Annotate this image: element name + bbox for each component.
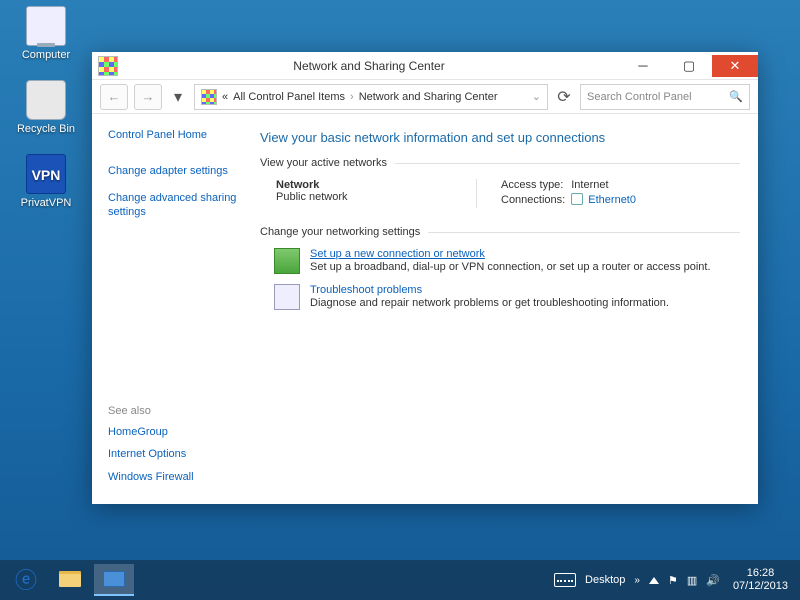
troubleshoot-icon (274, 284, 300, 310)
troubleshoot-link[interactable]: Troubleshoot problems (310, 284, 669, 296)
folder-icon (59, 571, 81, 587)
desktop-toolbar-label[interactable]: Desktop (585, 574, 625, 586)
setup-connection-desc: Set up a broadband, dial-up or VPN conne… (310, 261, 711, 273)
troubleshoot-action[interactable]: Troubleshoot problems Diagnose and repai… (274, 284, 740, 310)
desktop-icon-label: Computer (10, 49, 82, 61)
titlebar[interactable]: Network and Sharing Center ─ ▢ ✕ (92, 52, 758, 80)
desktop-icon-label: Recycle Bin (10, 123, 82, 135)
keyboard-icon[interactable] (554, 573, 576, 587)
control-panel-home-link[interactable]: Control Panel Home (108, 128, 242, 142)
desktop-icon-recycle-bin[interactable]: Recycle Bin (10, 80, 82, 135)
taskbar-ie-button[interactable]: ⓔ (6, 564, 46, 596)
network-tray-icon[interactable]: ▥ (687, 574, 697, 587)
close-button[interactable]: ✕ (712, 55, 758, 77)
control-panel-icon (103, 571, 125, 587)
change-advanced-sharing-link[interactable]: Change advanced sharing settings (108, 191, 242, 220)
change-settings-header: Change your networking settings (260, 226, 420, 238)
connection-link[interactable]: Ethernet0 (588, 194, 636, 206)
network-sharing-center-window: Network and Sharing Center ─ ▢ ✕ ← → ▾ «… (92, 52, 758, 504)
recycle-bin-icon (26, 80, 66, 120)
active-network-block: Network Public network Access type: Inte… (276, 179, 740, 208)
taskbar-file-explorer-button[interactable] (50, 564, 90, 596)
see-also-header: See also (108, 405, 194, 417)
taskbar-nsc-button[interactable] (94, 564, 134, 596)
action-center-icon[interactable]: ⚑ (668, 574, 678, 587)
setup-connection-link[interactable]: Set up a new connection or network (310, 248, 711, 260)
setup-connection-action[interactable]: Set up a new connection or network Set u… (274, 248, 740, 274)
ethernet-icon (571, 193, 583, 205)
breadcrumb-item[interactable]: All Control Panel Items (233, 91, 345, 103)
troubleshoot-desc: Diagnose and repair network problems or … (310, 297, 669, 309)
chevron-right-icon: › (350, 91, 354, 103)
breadcrumb-item[interactable]: Network and Sharing Center (359, 91, 498, 103)
network-type: Public network (276, 191, 476, 203)
ie-icon: ⓔ (15, 563, 37, 595)
minimize-button[interactable]: ─ (620, 55, 666, 77)
sidebar: Control Panel Home Change adapter settin… (92, 114, 252, 504)
breadcrumb-bar[interactable]: « All Control Panel Items › Network and … (194, 84, 548, 110)
volume-icon[interactable]: 🔊 (706, 574, 720, 587)
tray-date: 07/12/2013 (733, 580, 788, 593)
system-tray: Desktop » ⚑ ▥ 🔊 16:28 07/12/2013 (554, 567, 794, 592)
setup-connection-icon (274, 248, 300, 274)
desktop-icon-privatvpn[interactable]: VPN PrivatVPN (10, 154, 82, 209)
active-networks-header: View your active networks (260, 157, 387, 169)
access-type-label: Access type: (501, 179, 571, 193)
internet-options-link[interactable]: Internet Options (108, 447, 194, 461)
control-panel-icon (201, 89, 217, 105)
connections-label: Connections: (501, 193, 571, 208)
vpn-icon: VPN (26, 154, 66, 194)
clock[interactable]: 16:28 07/12/2013 (733, 567, 788, 592)
page-heading: View your basic network information and … (260, 130, 740, 145)
windows-firewall-link[interactable]: Windows Firewall (108, 470, 194, 484)
homegroup-link[interactable]: HomeGroup (108, 425, 194, 439)
address-bar: ← → ▾ « All Control Panel Items › Networ… (92, 80, 758, 114)
divider (395, 163, 740, 164)
network-name: Network (276, 179, 476, 191)
control-panel-icon (98, 56, 118, 76)
access-type-value: Internet (571, 179, 642, 193)
tray-overflow-icon[interactable] (649, 577, 659, 584)
history-dropdown[interactable]: ▾ (168, 84, 188, 110)
search-icon: 🔍 (729, 90, 743, 103)
desktop-icon-computer[interactable]: Computer (10, 6, 82, 61)
tray-time: 16:28 (733, 567, 788, 580)
breadcrumb-prefix: « (222, 91, 228, 103)
search-input[interactable]: Search Control Panel 🔍 (580, 84, 750, 110)
computer-icon (26, 6, 66, 46)
taskbar: ⓔ Desktop » ⚑ ▥ 🔊 16:28 07/12/2013 (0, 560, 800, 600)
maximize-button[interactable]: ▢ (666, 55, 712, 77)
change-adapter-settings-link[interactable]: Change adapter settings (108, 164, 242, 178)
refresh-button[interactable]: ⟳ (554, 84, 574, 110)
window-title: Network and Sharing Center (118, 59, 620, 73)
desktop-toolbar-chevron-icon[interactable]: » (634, 575, 640, 586)
see-also-section: See also HomeGroup Internet Options Wind… (108, 405, 194, 492)
desktop-icon-label: PrivatVPN (10, 197, 82, 209)
main-content: View your basic network information and … (252, 114, 758, 504)
back-button[interactable]: ← (100, 84, 128, 110)
chevron-down-icon[interactable]: ⌄ (532, 90, 541, 103)
divider (428, 232, 740, 233)
search-placeholder: Search Control Panel (587, 91, 692, 103)
forward-button[interactable]: → (134, 84, 162, 110)
